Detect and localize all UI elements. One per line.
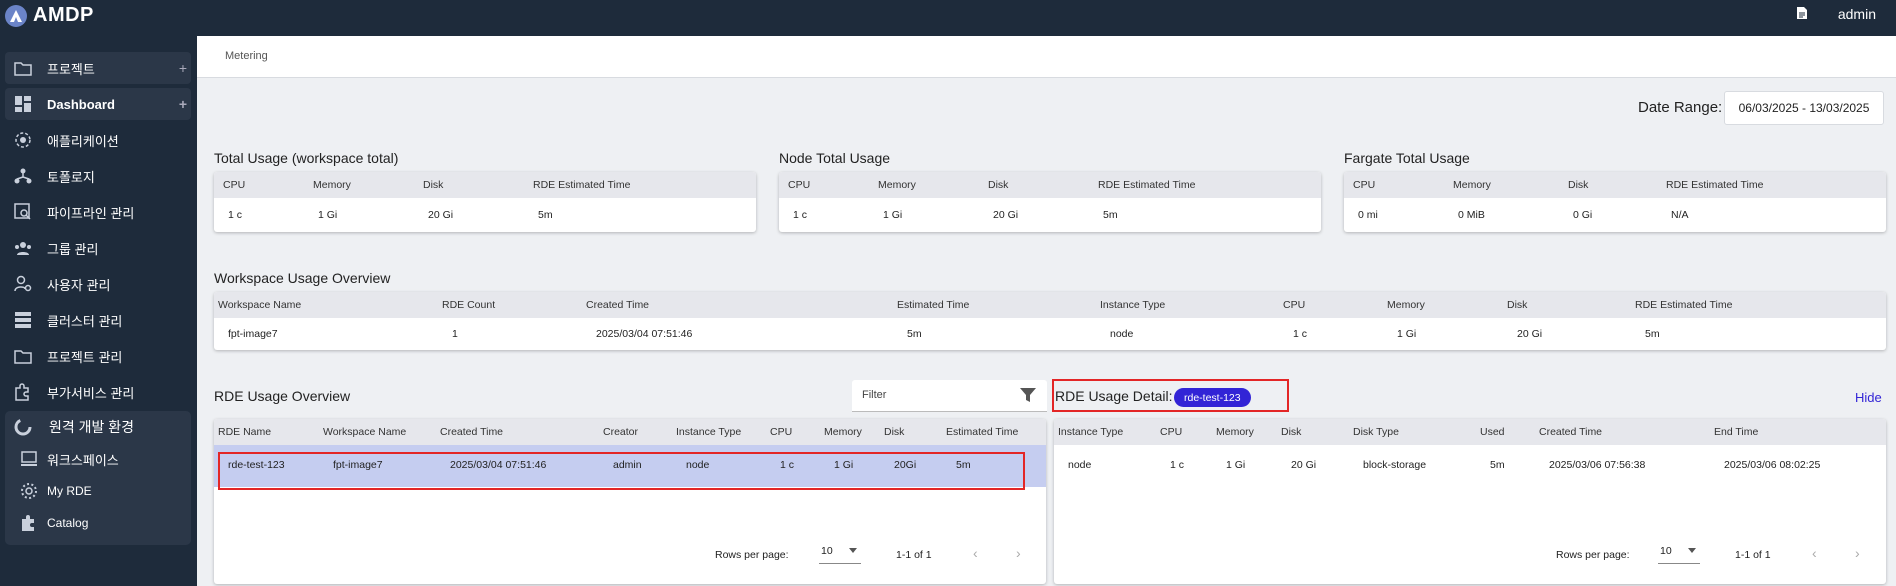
app-title: AMDP [33, 4, 94, 26]
pagination-range: 1-1 of 1 [896, 549, 932, 561]
sidebar-item-project-management[interactable]: 프로젝트 관리 [0, 340, 197, 372]
sidebar-item-cluster[interactable]: 클러스터 관리 [0, 304, 197, 336]
table-header: Instance Type CPU Memory Disk Disk Type … [1054, 419, 1886, 445]
workspace-overview-table: Workspace Name RDE Count Created Time Es… [214, 292, 1886, 350]
application-icon [12, 129, 34, 151]
chevron-right-icon[interactable]: › [1855, 545, 1860, 561]
app-logo[interactable]: AMDP [5, 4, 94, 27]
plus-icon[interactable]: + [179, 96, 187, 112]
table-header: CPU Memory Disk RDE Estimated Time [214, 172, 756, 198]
sidebar-item-application[interactable]: 애플리케이션 [0, 124, 197, 156]
caret-down-icon [849, 548, 857, 553]
loading-circle-icon [12, 416, 34, 438]
total-usage-title: Total Usage (workspace total) [214, 150, 399, 166]
filter-input[interactable]: Filter [852, 380, 1047, 412]
chevron-left-icon[interactable]: ‹ [973, 545, 978, 561]
sidebar: 프로젝트 + Dashboard + 애플리케이션 토폴로지 파이프라인 관리 … [0, 36, 197, 586]
user-menu[interactable]: admin [1838, 6, 1876, 22]
extension-icon [12, 381, 34, 403]
dashboard-icon [12, 93, 34, 115]
sidebar-item-catalog[interactable]: Catalog [5, 507, 191, 539]
sidebar-item-projects[interactable]: 프로젝트 + [5, 52, 191, 84]
table-header: CPU Memory Disk RDE Estimated Time [1344, 172, 1886, 198]
cluster-icon [12, 309, 34, 331]
table-header: Workspace Name RDE Count Created Time Es… [214, 292, 1886, 318]
pipeline-icon [12, 201, 34, 223]
workspace-overview-title: Workspace Usage Overview [214, 270, 391, 286]
topology-icon [12, 165, 34, 187]
pagination-range: 1-1 of 1 [1735, 549, 1771, 561]
rows-per-page-select[interactable]: 10 [819, 544, 861, 564]
annotation-box [1052, 379, 1289, 412]
rde-overview-table: RDE Name Workspace Name Created Time Cre… [214, 419, 1046, 584]
sidebar-item-remote-dev[interactable]: 원격 개발 환경 [5, 411, 191, 443]
date-range-picker[interactable]: 06/03/2025 - 13/03/2025 [1724, 91, 1884, 125]
node-usage-card: CPU Memory Disk RDE Estimated Time 1 c 1… [779, 172, 1321, 232]
rde-overview-title: RDE Usage Overview [214, 388, 351, 404]
sidebar-item-pipeline[interactable]: 파이프라인 관리 [0, 196, 197, 228]
group-icon [12, 237, 34, 259]
top-bar: AMDP admin [0, 0, 1896, 36]
rde-detail-table: Instance Type CPU Memory Disk Disk Type … [1054, 419, 1886, 584]
fargate-usage-title: Fargate Total Usage [1344, 150, 1470, 166]
chevron-left-icon[interactable]: ‹ [1812, 545, 1817, 561]
breadcrumb-bar: Metering [197, 36, 1896, 78]
user-settings-icon [12, 273, 34, 295]
workspace-icon [18, 448, 40, 470]
hide-link[interactable]: Hide [1855, 390, 1882, 405]
sidebar-item-topology[interactable]: 토폴로지 [0, 160, 197, 192]
table-header: RDE Name Workspace Name Created Time Cre… [214, 419, 1046, 445]
caret-down-icon [1688, 548, 1696, 553]
chevron-right-icon[interactable]: › [1016, 545, 1021, 561]
gear-icon [18, 480, 40, 502]
main-content: Metering Date Range: 06/03/2025 - 13/03/… [197, 36, 1896, 586]
folder-icon [12, 57, 34, 79]
table-header: CPU Memory Disk RDE Estimated Time [779, 172, 1321, 198]
sidebar-item-user-management[interactable]: 사용자 관리 [0, 268, 197, 300]
logo-icon [5, 4, 27, 27]
date-range-label: Date Range: [1638, 99, 1723, 116]
sidebar-item-group[interactable]: 그룹 관리 [0, 232, 197, 264]
sidebar-item-workspace[interactable]: 워크스페이스 [5, 443, 191, 475]
rows-per-page-label: Rows per page: [1556, 549, 1630, 561]
filter-icon[interactable] [1019, 386, 1037, 409]
document-icon[interactable] [1796, 6, 1808, 23]
sidebar-item-my-rde[interactable]: My RDE [5, 475, 191, 507]
total-usage-card: CPU Memory Disk RDE Estimated Time 1 c 1… [214, 172, 756, 232]
rows-per-page-label: Rows per page: [715, 549, 789, 561]
remote-dev-group: 원격 개발 환경 워크스페이스 My RDE Catalog [5, 411, 191, 545]
node-usage-title: Node Total Usage [779, 150, 891, 166]
folder-icon [12, 345, 34, 367]
fargate-usage-card: CPU Memory Disk RDE Estimated Time 0 mi … [1344, 172, 1886, 232]
rows-per-page-select[interactable]: 10 [1658, 544, 1700, 564]
puzzle-icon [18, 512, 40, 534]
annotation-box [218, 452, 1025, 490]
sidebar-item-dashboard[interactable]: Dashboard + [5, 88, 191, 120]
breadcrumb[interactable]: Metering [225, 50, 268, 62]
plus-icon[interactable]: + [179, 60, 187, 76]
sidebar-item-extension[interactable]: 부가서비스 관리 [0, 376, 197, 408]
